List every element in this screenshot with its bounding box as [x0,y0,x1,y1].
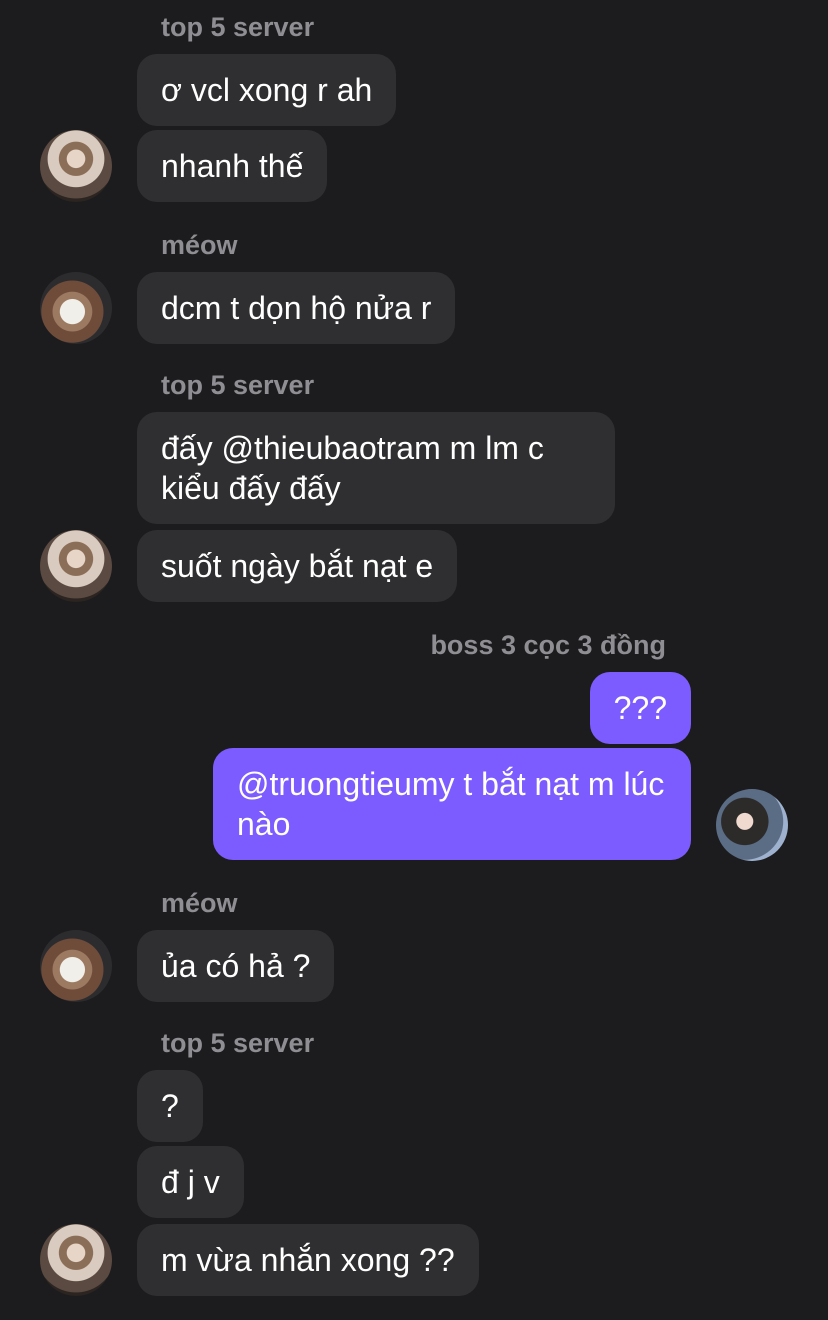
sender-name: top 5 server [161,12,315,42]
sender-name: méow [161,230,238,260]
message-bubble[interactable]: suốt ngày bắt nạt e [137,530,458,602]
message-bubble-outgoing[interactable]: ??? [589,672,691,744]
message-bubble[interactable]: đấy @thieubaotram m lm c kiểu đấy đấy [137,412,615,524]
sender-name: top 5 server [161,1028,315,1058]
avatar[interactable] [40,530,112,602]
message-bubble-outgoing[interactable]: @truongtieumy t bắt nạt m lúc nào [213,748,691,860]
message-bubble[interactable]: nhanh thế [137,130,328,202]
message-bubble[interactable]: ? [137,1070,203,1142]
message-bubble[interactable]: dcm t dọn hộ nửa r [137,272,456,344]
sender-name: boss 3 cọc 3 đồng [430,630,666,660]
avatar[interactable] [40,130,112,202]
message-bubble[interactable]: ủa có hả ? [137,930,335,1002]
sender-name: méow [161,888,238,918]
avatar[interactable] [716,789,788,861]
message-bubble[interactable]: m vừa nhắn xong ?? [137,1224,479,1296]
sender-name: top 5 server [161,370,315,400]
message-bubble[interactable]: ơ vcl xong r ah [137,54,397,126]
message-bubble[interactable]: đ j v [137,1146,244,1218]
avatar[interactable] [40,930,112,1002]
avatar[interactable] [40,272,112,344]
avatar[interactable] [40,1224,112,1296]
